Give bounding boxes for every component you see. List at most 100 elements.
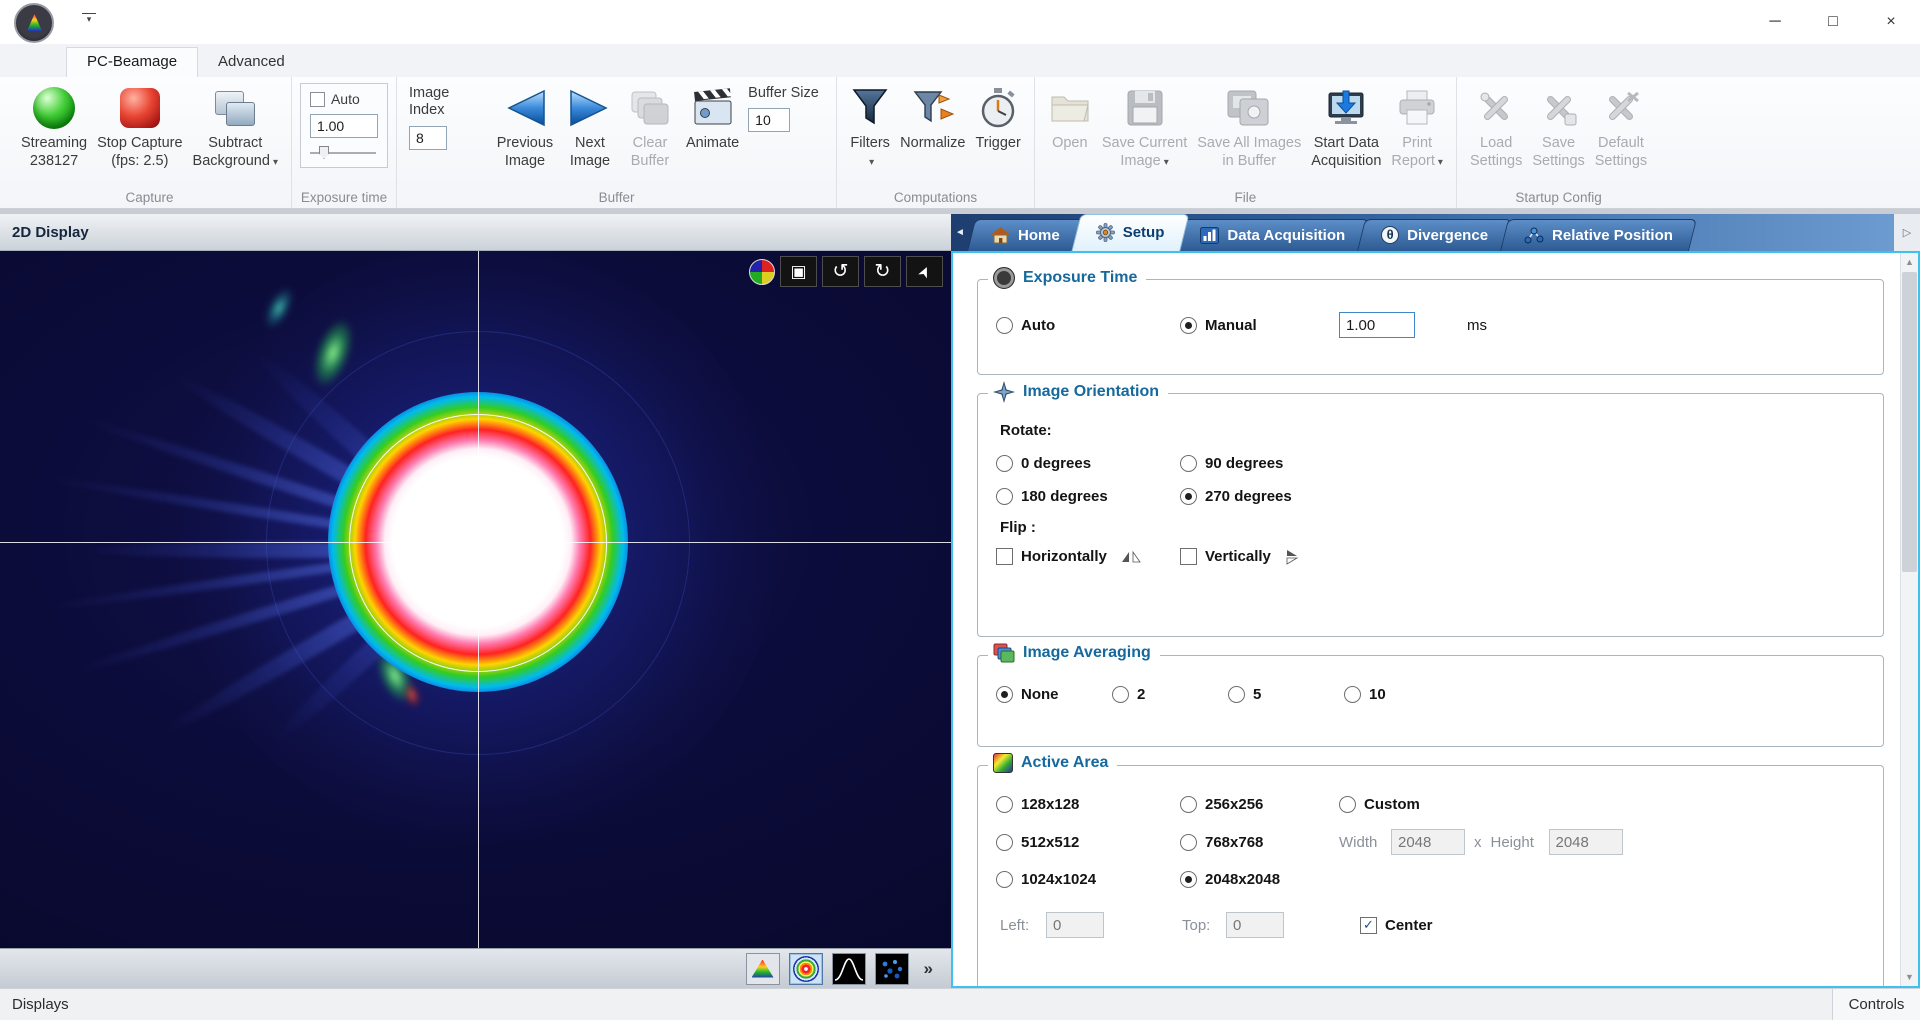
view-3d-button[interactable] bbox=[746, 953, 780, 985]
tab-scroll-left-icon[interactable]: ◄ bbox=[955, 227, 965, 238]
image-index-field: Image Index bbox=[405, 81, 489, 150]
print-report-button[interactable]: Print Report▾ bbox=[1386, 81, 1448, 172]
close-button[interactable]: × bbox=[1862, 0, 1920, 44]
radio-icon bbox=[1180, 488, 1197, 505]
checkbox-icon bbox=[996, 548, 1013, 565]
tab-data-acquisition[interactable]: Data Acquisition bbox=[1180, 219, 1365, 251]
ribbon-group-file: Open Save Current Image▾ bbox=[1034, 77, 1456, 208]
tab-relative-position[interactable]: Relative Position bbox=[1504, 219, 1693, 251]
streaming-button[interactable]: Streaming238127 bbox=[16, 81, 92, 172]
scroll-down-icon[interactable]: ▼ bbox=[1901, 968, 1918, 986]
scrollbar-thumb[interactable] bbox=[1902, 272, 1917, 572]
tab-setup[interactable]: Setup bbox=[1076, 214, 1185, 251]
app-logo-icon[interactable] bbox=[14, 3, 54, 43]
cursor-tool-button[interactable]: ➤ bbox=[906, 256, 943, 287]
filters-button[interactable]: Filters ▾ bbox=[845, 81, 895, 172]
exposure-time-input[interactable] bbox=[310, 114, 378, 138]
radio-icon bbox=[996, 871, 1013, 888]
tab-scroll-right-icon[interactable]: ▷ bbox=[1894, 214, 1920, 251]
quick-access-dropdown-icon[interactable]: ▾ bbox=[82, 13, 96, 24]
radio-rotate-0[interactable]: 0 degrees bbox=[996, 455, 1180, 472]
statusbar-displays-label[interactable]: Displays bbox=[0, 996, 1832, 1013]
exposure-manual-input[interactable] bbox=[1339, 312, 1415, 338]
clear-buffer-button[interactable]: Clear Buffer bbox=[619, 81, 681, 172]
ribbon-group-buffer: Image Index Previous Image bbox=[396, 77, 836, 208]
exposure-auto-checkbox[interactable]: Auto bbox=[310, 91, 378, 107]
tab-divergence[interactable]: θ Divergence bbox=[1361, 219, 1508, 251]
tab-home[interactable]: Home bbox=[971, 219, 1080, 251]
beam-2d-display[interactable]: ▣ ↺ ↻ ➤ bbox=[0, 251, 951, 948]
radio-averaging-none[interactable]: None bbox=[996, 686, 1112, 703]
scroll-up-icon[interactable]: ▲ bbox=[1901, 253, 1918, 271]
load-settings-button[interactable]: LoadSettings bbox=[1465, 81, 1527, 172]
radio-area-128[interactable]: 128x128 bbox=[996, 796, 1180, 813]
save-settings-button[interactable]: SaveSettings bbox=[1527, 81, 1589, 172]
radio-area-2048[interactable]: 2048x2048 bbox=[1180, 871, 1280, 888]
stop-capture-button[interactable]: Stop Capture(fps: 2.5) bbox=[92, 81, 187, 172]
width-input[interactable] bbox=[1391, 829, 1465, 855]
radio-averaging-10[interactable]: 10 bbox=[1344, 686, 1386, 703]
previous-image-button[interactable]: Previous Image bbox=[489, 81, 561, 172]
next-image-button[interactable]: Next Image bbox=[561, 81, 619, 172]
view-profile-button[interactable] bbox=[832, 953, 866, 985]
palette-icon[interactable] bbox=[749, 259, 775, 285]
radio-exposure-auto[interactable]: Auto bbox=[996, 317, 1180, 334]
maximize-button[interactable]: □ bbox=[1804, 0, 1862, 44]
subtract-background-button[interactable]: Subtract Background▾ bbox=[188, 81, 283, 172]
default-settings-button[interactable]: DefaultSettings bbox=[1590, 81, 1652, 172]
radio-rotate-90[interactable]: 90 degrees bbox=[1180, 455, 1283, 472]
checkbox-icon bbox=[310, 92, 325, 107]
rotate-label: Rotate: bbox=[1000, 422, 1865, 439]
start-data-acquisition-button[interactable]: Start DataAcquisition bbox=[1306, 81, 1386, 172]
image-index-input[interactable] bbox=[409, 126, 447, 150]
ribbon-tab-advanced[interactable]: Advanced bbox=[198, 48, 305, 77]
exposure-time-icon bbox=[993, 267, 1015, 289]
top-input[interactable] bbox=[1226, 912, 1284, 938]
radio-area-custom[interactable]: Custom bbox=[1339, 796, 1420, 813]
display-overlay-toolbar: ▣ ↺ ↻ ➤ bbox=[749, 256, 943, 287]
beam-3d-icon bbox=[752, 960, 774, 978]
radio-averaging-2[interactable]: 2 bbox=[1112, 686, 1228, 703]
animate-icon bbox=[691, 88, 735, 128]
save-current-image-button[interactable]: Save Current Image▾ bbox=[1097, 81, 1192, 172]
next-image-icon bbox=[567, 88, 613, 128]
statusbar-controls-label[interactable]: Controls bbox=[1832, 989, 1920, 1020]
toolbar-expander-icon[interactable]: » bbox=[918, 959, 933, 979]
checkbox-flip-vertically[interactable]: Vertically bbox=[1180, 548, 1299, 565]
checkbox-flip-horizontally[interactable]: Horizontally bbox=[996, 548, 1180, 565]
radio-area-1024[interactable]: 1024x1024 bbox=[996, 871, 1180, 888]
radio-area-512[interactable]: 512x512 bbox=[996, 834, 1180, 851]
checkbox-icon: ✓ bbox=[1360, 917, 1377, 934]
radio-icon bbox=[996, 455, 1013, 472]
radio-area-768[interactable]: 768x768 bbox=[1180, 834, 1339, 851]
radio-exposure-manual[interactable]: Manual bbox=[1180, 317, 1339, 334]
settings-scrollbar[interactable]: ▲ ▼ bbox=[1900, 253, 1918, 986]
save-all-images-button[interactable]: Save All Imagesin Buffer bbox=[1192, 81, 1306, 172]
ribbon-tab-pc-beamage[interactable]: PC-Beamage bbox=[66, 47, 198, 77]
exposure-time-groupbox: Exposure Time Auto Manual bbox=[977, 279, 1884, 375]
flip-horizontal-icon bbox=[1121, 550, 1141, 564]
image-orientation-icon bbox=[993, 381, 1015, 403]
rotate-left-button[interactable]: ↺ bbox=[822, 256, 859, 287]
height-input[interactable] bbox=[1549, 829, 1623, 855]
open-button[interactable]: Open bbox=[1043, 81, 1097, 155]
buffer-size-input[interactable] bbox=[748, 108, 790, 132]
normalize-button[interactable]: Normalize bbox=[895, 81, 970, 155]
open-folder-icon bbox=[1048, 89, 1092, 127]
left-input[interactable] bbox=[1046, 912, 1104, 938]
fit-view-button[interactable]: ▣ bbox=[780, 256, 817, 287]
animate-button[interactable]: Animate bbox=[681, 81, 744, 155]
radio-averaging-5[interactable]: 5 bbox=[1228, 686, 1344, 703]
exposure-slider[interactable] bbox=[310, 145, 376, 160]
radio-rotate-180[interactable]: 180 degrees bbox=[996, 488, 1180, 505]
view-2d-button[interactable] bbox=[789, 953, 823, 985]
slider-thumb-icon[interactable] bbox=[319, 146, 329, 159]
trigger-button[interactable]: Trigger bbox=[970, 81, 1025, 155]
radio-rotate-270[interactable]: 270 degrees bbox=[1180, 488, 1292, 505]
minimize-button[interactable]: ─ bbox=[1746, 0, 1804, 44]
radio-area-256[interactable]: 256x256 bbox=[1180, 796, 1339, 813]
rotate-right-button[interactable]: ↻ bbox=[864, 256, 901, 287]
checkbox-center[interactable]: ✓ Center bbox=[1360, 917, 1433, 934]
home-icon bbox=[991, 227, 1010, 244]
view-pointing-button[interactable] bbox=[875, 953, 909, 985]
